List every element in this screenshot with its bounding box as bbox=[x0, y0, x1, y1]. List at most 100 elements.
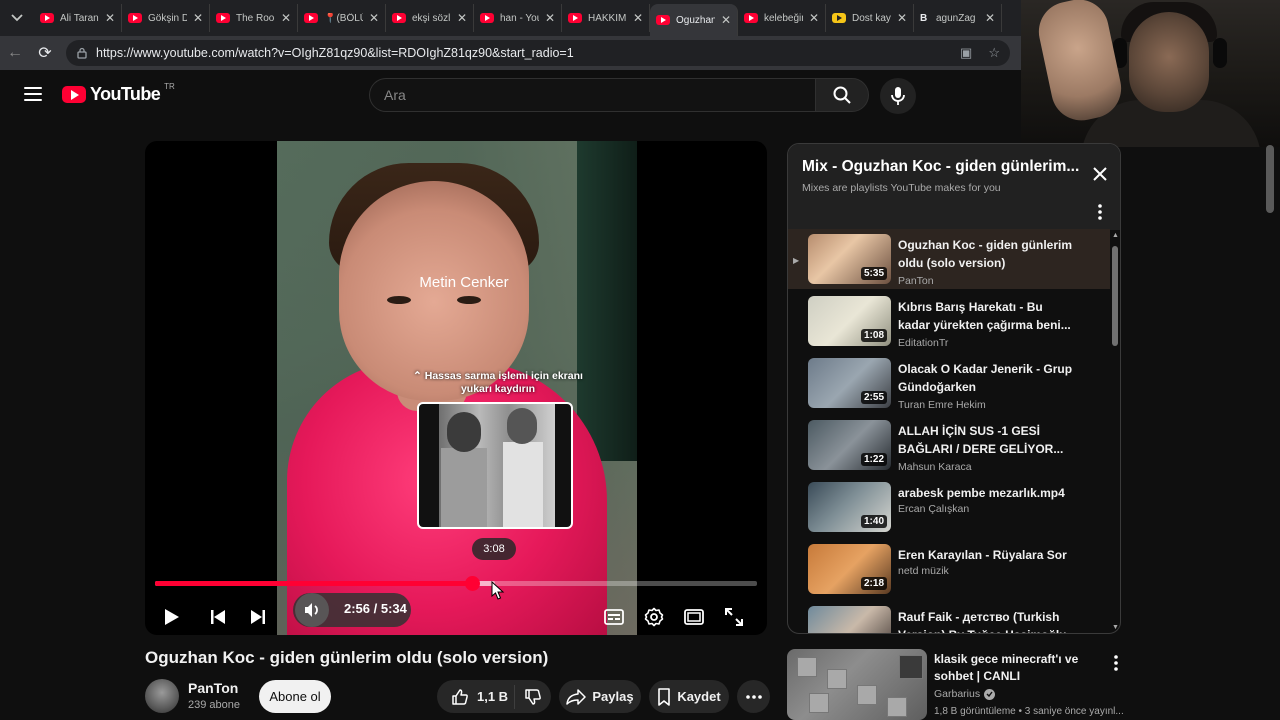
playlist-item-title[interactable]: Rauf Faik - детство (Turkish Version) By… bbox=[898, 608, 1078, 633]
playlist-item[interactable]: ▶ 5:35 Oguzhan Koc - giden günlerim oldu (… bbox=[788, 229, 1110, 289]
browser-tab[interactable]: BagunZag ✕ bbox=[914, 4, 1002, 32]
scroll-up-arrow-icon[interactable]: ▲ bbox=[1112, 232, 1119, 239]
playlist-item[interactable]: 2:55 Olacak O Kadar Jenerik - Grup Gündoğ… bbox=[788, 353, 1110, 413]
playlist-item-channel: netd müzik bbox=[898, 565, 949, 577]
playlist-item[interactable]: 1:08 Kıbrıs Barış Harekatı - Bu kadar yür… bbox=[788, 291, 1110, 351]
playlist-item-title[interactable]: arabesk pembe mezarlık.mp4 bbox=[898, 484, 1078, 502]
recommended-video[interactable]: klasik gece minecraft'ı ve sohbet | CANL… bbox=[787, 649, 1132, 720]
playlist-item-thumbnail[interactable]: 2:55 bbox=[808, 358, 891, 408]
next-button[interactable] bbox=[247, 599, 269, 635]
playlist-item-title[interactable]: ALLAH İÇİN SUS -1 GESİ BAĞLARI / DERE GE… bbox=[898, 422, 1078, 458]
share-button[interactable]: Paylaş bbox=[559, 680, 641, 713]
close-tab-icon[interactable]: ✕ bbox=[457, 11, 467, 25]
reload-icon[interactable]: ⟳ bbox=[30, 38, 60, 68]
previous-button[interactable] bbox=[207, 599, 229, 635]
recommended-title[interactable]: klasik gece minecraft'ı ve sohbet | CANL… bbox=[934, 651, 1104, 685]
playlist-scroll-thumb[interactable] bbox=[1112, 246, 1118, 346]
close-tab-icon[interactable]: ✕ bbox=[369, 11, 379, 25]
close-tab-icon[interactable]: ✕ bbox=[281, 11, 291, 25]
tab-title: ekşi sözlü bbox=[412, 12, 451, 24]
play-button[interactable] bbox=[161, 599, 183, 635]
settings-button[interactable] bbox=[643, 599, 665, 635]
search-button[interactable] bbox=[815, 78, 869, 112]
playlist-scrollbar[interactable]: ▲ ▼ bbox=[1110, 230, 1120, 633]
playlist-item-thumbnail[interactable]: 1:08 bbox=[808, 296, 891, 346]
thumbs-up-icon bbox=[452, 688, 468, 705]
volume-icon bbox=[305, 603, 318, 617]
playlist-item-title[interactable]: Olacak O Kadar Jenerik - Grup Gündoğarke… bbox=[898, 360, 1078, 396]
page-scrollbar[interactable] bbox=[1266, 145, 1274, 213]
gear-icon bbox=[644, 607, 664, 627]
bookmark-star-icon[interactable]: ☆ bbox=[988, 45, 1000, 61]
browser-tab[interactable]: Dost kayı ✕ bbox=[826, 4, 914, 32]
video-player[interactable]: Metin Cenker ⌃ Hassas sarma işlemi için … bbox=[145, 141, 767, 635]
playlist-item-thumbnail[interactable]: 1:40 bbox=[808, 482, 891, 532]
close-tab-icon[interactable]: ✕ bbox=[193, 11, 203, 25]
youtube-play-logo-icon bbox=[62, 86, 86, 103]
playlist-item[interactable]: 1:22 ALLAH İÇİN SUS -1 GESİ BAĞLARI / DER… bbox=[788, 415, 1110, 475]
playlist-item-title[interactable]: Eren Karayılan - Rüyalara Sor bbox=[898, 546, 1078, 564]
browser-tab[interactable]: han - You ✕ bbox=[474, 4, 562, 32]
save-button[interactable]: Kaydet bbox=[649, 680, 729, 713]
like-dislike-group: 1,1 B bbox=[437, 680, 551, 713]
close-playlist-button[interactable] bbox=[1088, 162, 1112, 186]
close-tab-icon[interactable]: ✕ bbox=[105, 11, 115, 25]
youtube-favicon-icon bbox=[744, 13, 758, 23]
install-app-icon[interactable]: ▣ bbox=[960, 45, 972, 61]
browser-tab[interactable]: kelebeğin ✕ bbox=[738, 4, 826, 32]
close-tab-icon[interactable]: ✕ bbox=[545, 11, 555, 25]
close-tab-icon[interactable]: ✕ bbox=[985, 11, 995, 25]
seek-preview-time: 3:08 bbox=[472, 538, 516, 560]
back-arrow-icon[interactable]: ← bbox=[0, 38, 30, 68]
close-tab-icon[interactable]: ✕ bbox=[721, 13, 731, 27]
channel-avatar[interactable] bbox=[145, 679, 179, 713]
close-tab-icon[interactable]: ✕ bbox=[897, 11, 907, 25]
tab-title: Ali Taran bbox=[60, 12, 99, 24]
fullscreen-button[interactable] bbox=[723, 599, 745, 635]
youtube-favicon-icon bbox=[656, 15, 670, 25]
close-tab-icon[interactable]: ✕ bbox=[809, 11, 819, 25]
playlist-item[interactable]: 2:18 Eren Karayılan - Rüyalara Sor netd mü… bbox=[788, 539, 1110, 599]
browser-tab[interactable]: Gökşin D ✕ bbox=[122, 4, 210, 32]
microphone-icon bbox=[891, 87, 905, 105]
playlist-item-title[interactable]: Oguzhan Koc - giden günlerim oldu (solo … bbox=[898, 236, 1078, 272]
tab-search-chevron-icon[interactable] bbox=[0, 0, 34, 36]
playlist-item[interactable]: 3:00 Rauf Faik - детство (Turkish Version… bbox=[788, 601, 1110, 633]
playlist-item[interactable]: 1:40 arabesk pembe mezarlık.mp4 Ercan Çalı… bbox=[788, 477, 1110, 537]
playlist-item-thumbnail[interactable]: 2:18 bbox=[808, 544, 891, 594]
recommended-thumbnail[interactable] bbox=[787, 649, 927, 720]
recommended-menu-button[interactable] bbox=[1109, 653, 1123, 673]
theater-icon bbox=[684, 609, 704, 625]
playlist-item-thumbnail[interactable]: 3:00 bbox=[808, 606, 891, 633]
scroll-down-arrow-icon[interactable]: ▼ bbox=[1112, 624, 1119, 631]
search-input[interactable] bbox=[384, 87, 815, 103]
like-button[interactable]: 1,1 B bbox=[437, 684, 515, 709]
subtitles-button[interactable] bbox=[603, 599, 625, 635]
playlist-title[interactable]: Mix - Oguzhan Koc - giden günlerim... bbox=[802, 158, 1082, 176]
browser-tab[interactable]: ekşi sözlü ✕ bbox=[386, 4, 474, 32]
browser-tab[interactable]: HAKKIMD ✕ bbox=[562, 4, 650, 32]
subscribe-button[interactable]: Abone ol bbox=[259, 680, 331, 713]
site-info-icon[interactable] bbox=[76, 47, 88, 59]
browser-tab[interactable]: Oguzhan ✕ bbox=[650, 4, 738, 36]
channel-name[interactable]: PanTon bbox=[188, 680, 238, 696]
voice-search-button[interactable] bbox=[880, 78, 916, 114]
playlist-item-thumbnail[interactable]: 1:22 bbox=[808, 420, 891, 470]
url-field[interactable]: https://www.youtube.com/watch?v=OIghZ81q… bbox=[66, 40, 1010, 66]
playlist-item-thumbnail[interactable]: 5:35 bbox=[808, 234, 891, 284]
playlist-menu-button[interactable] bbox=[1088, 202, 1112, 222]
browser-tab[interactable]: 📍(BÖLÜ ✕ bbox=[298, 4, 386, 32]
playlist-item-title[interactable]: Kıbrıs Barış Harekatı - Bu kadar yürekte… bbox=[898, 298, 1078, 334]
previous-icon bbox=[211, 610, 225, 624]
browser-tab[interactable]: Ali Taran ✕ bbox=[34, 4, 122, 32]
hamburger-menu-icon[interactable] bbox=[24, 87, 42, 101]
close-tab-icon[interactable]: ✕ bbox=[633, 11, 643, 25]
browser-tab[interactable]: The Room ✕ bbox=[210, 4, 298, 32]
progress-bar[interactable] bbox=[155, 576, 757, 591]
recommended-channel[interactable]: Garbarius bbox=[934, 688, 980, 700]
mute-button[interactable] bbox=[295, 593, 329, 627]
youtube-logo[interactable]: YouTube TR bbox=[62, 82, 175, 105]
theater-mode-button[interactable] bbox=[683, 599, 705, 635]
more-actions-button[interactable] bbox=[737, 680, 770, 713]
dislike-button[interactable] bbox=[515, 688, 551, 706]
